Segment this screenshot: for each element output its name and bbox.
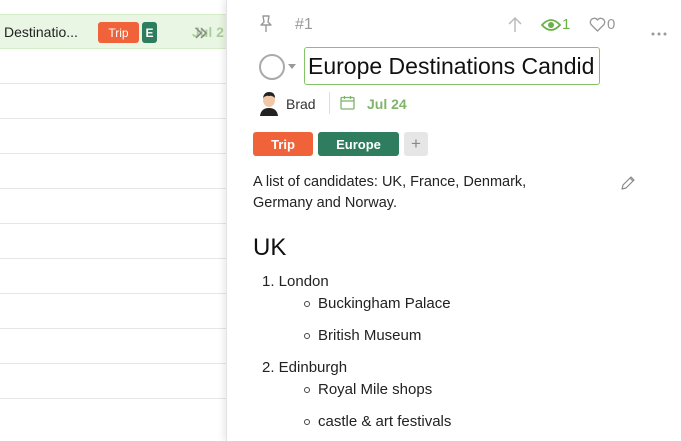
status-checkbox[interactable]: [259, 54, 285, 80]
task-row[interactable]: [0, 224, 226, 259]
task-row[interactable]: [0, 49, 226, 84]
bullet-icon: [304, 386, 310, 393]
task-row-tag-trip: Trip: [98, 22, 139, 43]
watchers-count: 1: [562, 16, 571, 33]
list-item-label: British Museum: [318, 327, 422, 344]
task-row[interactable]: [0, 189, 226, 224]
list-item: British Museum: [304, 327, 421, 344]
bullet-icon: [304, 418, 310, 425]
heart-icon[interactable]: [589, 17, 606, 33]
calendar-icon[interactable]: [340, 95, 355, 110]
arrow-up-icon[interactable]: [507, 16, 523, 34]
tag-trip[interactable]: Trip: [253, 132, 313, 156]
list-item: 1. London: [262, 273, 329, 290]
task-row-tag-europe: E: [142, 22, 157, 43]
task-row[interactable]: [0, 329, 226, 364]
task-row-title: Destinatio...: [4, 24, 78, 40]
bullet-icon: [304, 332, 310, 339]
bullet-icon: [304, 300, 310, 307]
due-date[interactable]: Jul 24: [367, 96, 407, 112]
collapse-icon[interactable]: [193, 25, 209, 41]
task-title-input[interactable]: [304, 47, 600, 85]
avatar[interactable]: [258, 91, 280, 116]
task-row[interactable]: [0, 294, 226, 329]
assignee-name[interactable]: Brad: [286, 96, 316, 112]
status-dropdown-icon[interactable]: [288, 64, 296, 69]
eye-icon[interactable]: [540, 18, 562, 32]
list-item-label: castle & art festivals: [318, 413, 452, 430]
likes-count: 0: [607, 16, 616, 33]
task-list-pane: Destinatio... Trip E Jul 2: [0, 0, 226, 441]
task-number: #1: [295, 16, 313, 33]
list-item: castle & art festivals: [304, 413, 451, 430]
task-detail-panel: #1 1 0 Brad Jul 24 Trip Europe + A list …: [226, 0, 681, 441]
list-item-label: Royal Mile shops: [318, 381, 433, 398]
task-row[interactable]: [0, 119, 226, 154]
list-item: 2. Edinburgh: [262, 359, 348, 376]
list-item: Royal Mile shops: [304, 381, 432, 398]
task-row[interactable]: [0, 84, 226, 119]
task-row[interactable]: [0, 154, 226, 189]
task-row[interactable]: [0, 259, 226, 294]
more-icon[interactable]: [651, 23, 667, 36]
task-row[interactable]: [0, 364, 226, 399]
list-item-label: Buckingham Palace: [318, 295, 451, 312]
detail-toolbar: #1 1 0: [227, 0, 681, 50]
pin-icon[interactable]: [257, 14, 275, 34]
edit-icon[interactable]: [620, 175, 636, 191]
add-tag-button[interactable]: +: [404, 132, 428, 156]
meta-divider: [329, 92, 330, 114]
task-row-selected[interactable]: Destinatio... Trip E Jul 2: [0, 14, 226, 49]
description-heading: UK: [253, 234, 287, 261]
tag-europe[interactable]: Europe: [318, 132, 399, 156]
description-text: A list of candidates: UK, France, Denmar…: [253, 174, 527, 211]
list-item: Buckingham Palace: [304, 295, 451, 312]
